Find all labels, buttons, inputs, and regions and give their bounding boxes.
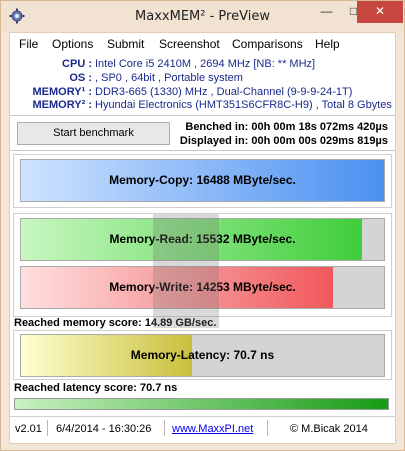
status-divider	[267, 420, 268, 436]
copy-panel: Memory-Copy: 16488 MByte/sec.	[13, 154, 392, 208]
memory-copy-bar: Memory-Copy: 16488 MByte/sec.	[20, 159, 385, 202]
version-text: v2.01	[15, 423, 42, 435]
memory2-row: MEMORY² : Hyundai Electronics (HMT351S6C…	[10, 99, 395, 112]
cpu-value: Intel Core i5 2410M , 2694 MHz [NB: ** M…	[95, 58, 316, 70]
benchmark-progress-fill	[15, 399, 388, 409]
minimize-button[interactable]: —	[313, 1, 340, 23]
status-divider	[164, 420, 165, 436]
website-link[interactable]: www.MaxxPI.net	[172, 423, 253, 435]
os-row: OS : , SP0 , 64bit , Portable system	[10, 72, 395, 85]
cpu-row: CPU : Intel Core i5 2410M , 2694 MHz [NB…	[10, 58, 395, 71]
menu-help[interactable]: Help	[315, 37, 340, 51]
memory1-label: MEMORY¹ :	[32, 86, 92, 98]
memory-copy-label: Memory-Copy: 16488 MByte/sec.	[109, 173, 296, 187]
divider	[10, 115, 395, 116]
close-button[interactable]: ✕	[357, 1, 403, 23]
divider	[10, 150, 395, 151]
latency-score: Reached latency score: 70.7 ns	[14, 382, 178, 394]
watermark-logo	[153, 214, 219, 328]
client-area: File Options Submit Screenshot Compariso…	[9, 32, 396, 444]
displayed-label: Displayed in: 00h 00m 00s 029ms 819µs	[179, 135, 388, 147]
benched-label: Benched in: 00h 00m 18s 072ms 420µs	[185, 121, 388, 133]
memory-latency-label: Memory-Latency: 70.7 ns	[130, 348, 275, 362]
title-bar[interactable]: MaxxMEM² - PreView — □ ✕	[1, 1, 404, 32]
app-window: MaxxMEM² - PreView — □ ✕ File Options Su…	[0, 0, 405, 451]
status-divider	[47, 420, 48, 436]
menu-bar: File Options Submit Screenshot Compariso…	[10, 33, 395, 53]
menu-screenshot[interactable]: Screenshot	[159, 37, 220, 51]
menu-file[interactable]: File	[19, 37, 38, 51]
start-benchmark-button[interactable]: Start benchmark	[17, 122, 170, 145]
memory1-row: MEMORY¹ : DDR3-665 (1330) MHz , Dual-Cha…	[10, 86, 395, 99]
cpu-label: CPU :	[62, 58, 92, 70]
menu-options[interactable]: Options	[52, 37, 93, 51]
memory2-value: Hyundai Electronics (HMT351S6CFR8C-H9) ,…	[95, 99, 392, 111]
status-bar: v2.01 6/4/2014 - 16:30:26 www.MaxxPI.net…	[10, 416, 395, 440]
memory-latency-bar: Memory-Latency: 70.7 ns	[20, 334, 385, 377]
menu-submit[interactable]: Submit	[107, 37, 144, 51]
memory1-value: DDR3-665 (1330) MHz , Dual-Channel (9-9-…	[95, 86, 353, 98]
memory2-label: MEMORY² :	[32, 99, 92, 111]
menu-comparisons[interactable]: Comparisons	[232, 37, 303, 51]
benchmark-progress-bar	[14, 398, 389, 410]
os-label: OS :	[69, 72, 92, 84]
latency-panel: Memory-Latency: 70.7 ns	[13, 330, 392, 380]
os-value: , SP0 , 64bit , Portable system	[95, 72, 243, 84]
copyright-text: © M.Bicak 2014	[290, 423, 368, 435]
datetime-text: 6/4/2014 - 16:30:26	[56, 423, 152, 435]
